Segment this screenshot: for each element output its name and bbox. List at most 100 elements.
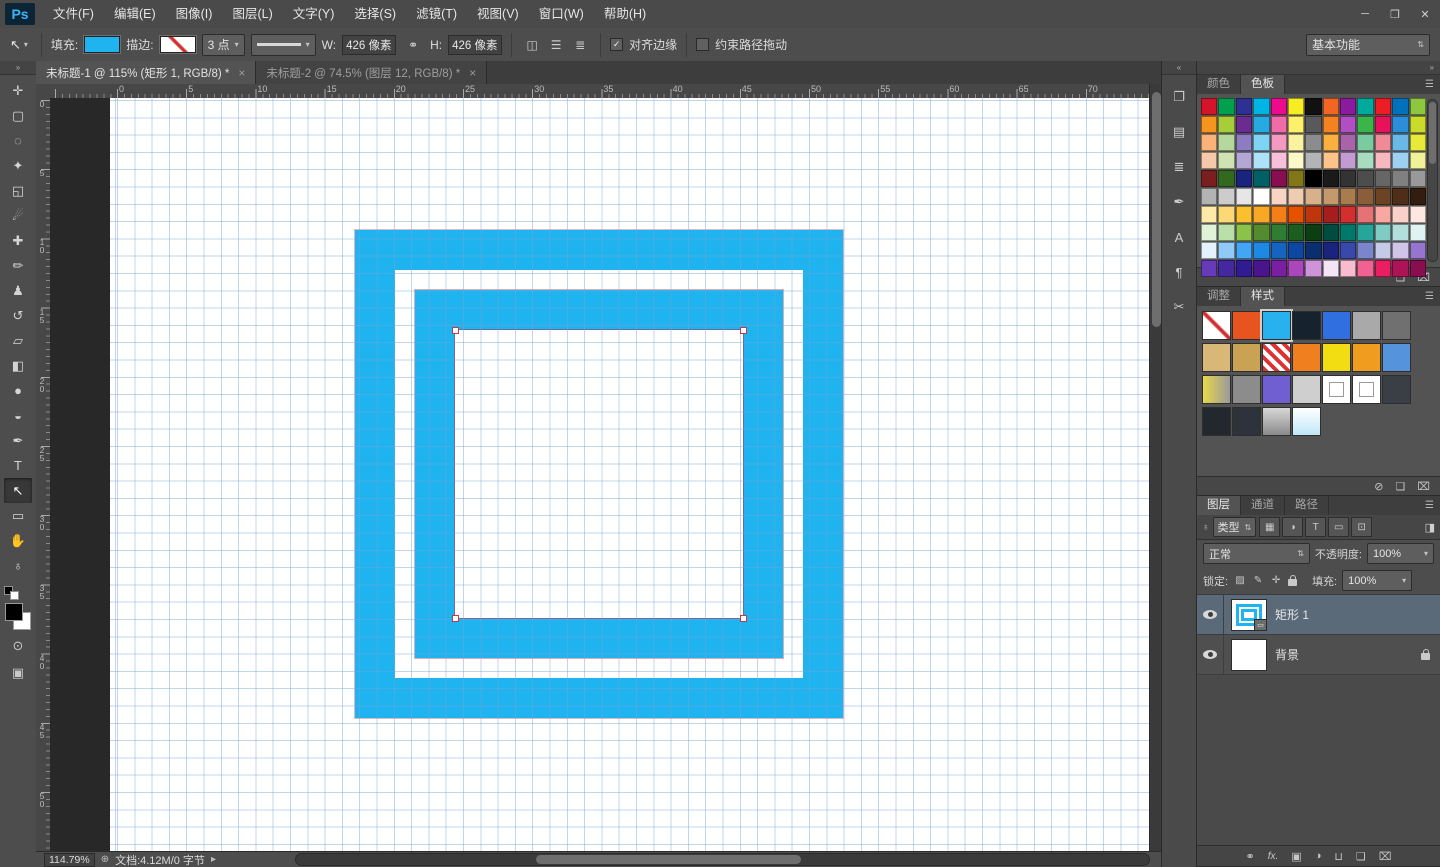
layer-filter-button[interactable]: ▭	[1328, 517, 1349, 537]
swatch[interactable]	[1410, 98, 1426, 115]
path-alignment-button[interactable]: ☰	[545, 35, 567, 55]
style-item[interactable]	[1292, 375, 1321, 404]
layer-row[interactable]: ▭矩形 1	[1197, 595, 1440, 635]
tab-close-icon[interactable]: ×	[469, 66, 476, 80]
swatch[interactable]	[1375, 98, 1391, 115]
swatch[interactable]	[1271, 98, 1287, 115]
screen-mode-button[interactable]: ▣	[4, 661, 32, 684]
menu-item[interactable]: 帮助(H)	[594, 0, 656, 28]
collapse-tools-button[interactable]: »	[0, 61, 36, 75]
lock-button[interactable]: ✛	[1269, 575, 1283, 586]
menu-item[interactable]: 文件(F)	[43, 0, 104, 28]
layer-filter-button[interactable]: ◑	[1282, 517, 1303, 537]
hand-tool[interactable]: ✋	[4, 528, 32, 553]
path-operations-button[interactable]: ◫	[521, 35, 543, 55]
anchor-point[interactable]	[740, 615, 747, 622]
swatch[interactable]	[1201, 116, 1217, 133]
eraser-tool[interactable]: ▱	[4, 328, 32, 353]
stroke-type-dropdown[interactable]: ▾	[251, 34, 316, 56]
swatch[interactable]	[1410, 206, 1426, 223]
swatch[interactable]	[1201, 98, 1217, 115]
rectangle-tool[interactable]: ▭	[4, 503, 32, 528]
swatch[interactable]	[1323, 206, 1339, 223]
swatch[interactable]	[1218, 116, 1234, 133]
swatch[interactable]	[1357, 242, 1373, 259]
swatch[interactable]	[1392, 134, 1408, 151]
lock-button[interactable]: ✎	[1251, 575, 1265, 586]
style-item[interactable]	[1352, 375, 1381, 404]
swatch[interactable]	[1323, 260, 1339, 277]
swatch[interactable]	[1340, 152, 1356, 169]
constrain-path-checkbox[interactable]	[696, 38, 709, 51]
swatch[interactable]	[1305, 242, 1321, 259]
fill-color-swatch[interactable]	[84, 36, 120, 53]
swatch[interactable]	[1236, 224, 1252, 241]
swatch[interactable]	[1305, 116, 1321, 133]
panel-menu-icon[interactable]: ☰	[1425, 75, 1440, 94]
lock-all-icon[interactable]	[1288, 579, 1297, 586]
swatch[interactable]	[1253, 224, 1269, 241]
link-layers-button[interactable]: ⚭	[1246, 850, 1255, 863]
lasso-tool[interactable]: ◌	[4, 128, 32, 153]
menu-item[interactable]: 视图(V)	[467, 0, 529, 28]
history-panel-icon[interactable]: ❐	[1166, 84, 1192, 110]
swatch[interactable]	[1253, 98, 1269, 115]
style-item[interactable]	[1352, 343, 1381, 372]
swatch[interactable]	[1288, 242, 1304, 259]
swatch[interactable]	[1357, 170, 1373, 187]
swatch[interactable]	[1323, 242, 1339, 259]
zoom-tool[interactable]: ♁	[4, 553, 32, 578]
style-item[interactable]	[1202, 311, 1231, 340]
swatch[interactable]	[1201, 134, 1217, 151]
zoom-level-field[interactable]: 114.79%	[44, 853, 95, 867]
swatch[interactable]	[1253, 116, 1269, 133]
swatch[interactable]	[1410, 242, 1426, 259]
layer-row[interactable]: 背景	[1197, 635, 1440, 675]
history-brush-tool[interactable]: ↺	[4, 303, 32, 328]
swatch[interactable]	[1392, 98, 1408, 115]
eyedropper-tool[interactable]: ☄	[4, 203, 32, 228]
swatch[interactable]	[1305, 134, 1321, 151]
swatch[interactable]	[1236, 152, 1252, 169]
tab-路径[interactable]: 路径	[1285, 496, 1329, 515]
tool-presets-panel-icon[interactable]: ✂	[1166, 294, 1192, 320]
delete-style-button[interactable]: ⌧	[1417, 480, 1430, 493]
swatch[interactable]	[1375, 170, 1391, 187]
swatch[interactable]	[1375, 188, 1391, 205]
style-item[interactable]	[1352, 311, 1381, 340]
tab-close-icon[interactable]: ×	[238, 66, 245, 80]
swatch[interactable]	[1392, 242, 1408, 259]
style-item[interactable]	[1292, 311, 1321, 340]
swatch[interactable]	[1375, 224, 1391, 241]
swatch[interactable]	[1201, 188, 1217, 205]
document-tab[interactable]: 未标题-1 @ 115% (矩形 1, RGB/8) *×	[36, 61, 256, 84]
swatch[interactable]	[1323, 152, 1339, 169]
panel-menu-icon[interactable]: ☰	[1425, 287, 1440, 306]
style-item[interactable]	[1382, 343, 1411, 372]
adjustments-panel-icon[interactable]: ≣	[1166, 154, 1192, 180]
style-item[interactable]	[1322, 311, 1351, 340]
stroke-width-dropdown[interactable]: 3 点 ▾	[202, 34, 245, 56]
swatch[interactable]	[1340, 242, 1356, 259]
swatch[interactable]	[1271, 116, 1287, 133]
swatch[interactable]	[1236, 188, 1252, 205]
horizontal-scrollbar[interactable]	[295, 853, 1150, 866]
delete-layer-button[interactable]: ⌧	[1379, 850, 1392, 863]
new-style-button[interactable]: ❏	[1395, 480, 1405, 493]
tab-图层[interactable]: 图层	[1197, 496, 1241, 515]
swatch[interactable]	[1236, 98, 1252, 115]
blur-tool[interactable]: ●	[4, 378, 32, 403]
swatch[interactable]	[1218, 170, 1234, 187]
gradient-tool[interactable]: ◧	[4, 353, 32, 378]
swatch[interactable]	[1236, 260, 1252, 277]
swatch[interactable]	[1288, 98, 1304, 115]
swatch[interactable]	[1305, 170, 1321, 187]
style-item[interactable]	[1292, 407, 1321, 436]
menu-item[interactable]: 图层(L)	[222, 0, 282, 28]
swatches-scrollbar-thumb[interactable]	[1429, 102, 1436, 164]
swatch[interactable]	[1375, 260, 1391, 277]
swatch[interactable]	[1410, 224, 1426, 241]
visibility-toggle[interactable]	[1197, 595, 1224, 634]
swatch[interactable]	[1201, 152, 1217, 169]
swatch[interactable]	[1357, 188, 1373, 205]
